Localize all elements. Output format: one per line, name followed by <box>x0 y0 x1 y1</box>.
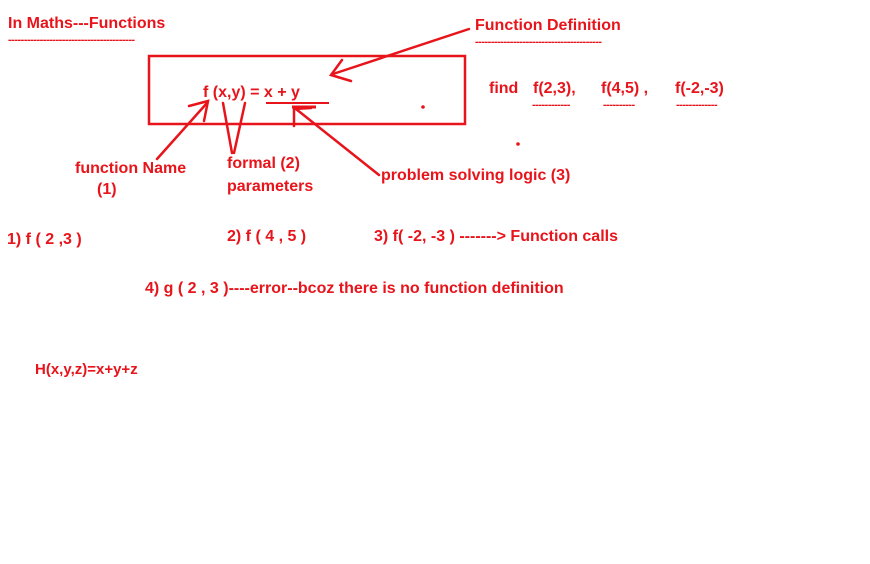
find-call-1-underline: ------------ <box>532 100 570 111</box>
error-line: 4) g ( 2 , 3 )----error--bcoz there is n… <box>145 280 564 297</box>
whiteboard-canvas: In Maths---Functions -------------------… <box>0 0 870 564</box>
function-name-number: (1) <box>97 181 117 198</box>
title-underline: ---------------------------------------- <box>8 35 135 46</box>
call-2: 2) f ( 4 , 5 ) <box>227 228 307 245</box>
extra-formula: H(x,y,z)=x+y+z <box>35 361 138 378</box>
function-name-label: function Name <box>75 160 187 177</box>
find-call-2-underline: ---------- <box>603 100 635 111</box>
logic-arrow <box>292 106 381 177</box>
definition-underline: ---------------------------------------- <box>475 37 602 48</box>
logic-label: problem solving logic (3) <box>381 167 571 184</box>
formal-label: formal (2) <box>227 155 300 172</box>
stray-dot <box>516 142 520 146</box>
find-call-3-underline: ------------- <box>676 100 718 111</box>
find-call-2: f(4,5) , <box>601 80 649 97</box>
definition-label: Function Definition <box>475 17 621 34</box>
page-title: In Maths---Functions <box>8 15 166 32</box>
formal-parameters-lines <box>221 101 247 155</box>
find-label: find <box>489 80 519 97</box>
function-name-arrow <box>155 99 210 161</box>
stray-dot <box>421 105 425 109</box>
parameters-label: parameters <box>227 178 314 195</box>
call-3: 3) f( -2, -3 ) -------> Function calls <box>374 228 618 245</box>
find-call-1: f(2,3), <box>533 80 576 97</box>
call-1: 1) f ( 2 ,3 ) <box>7 231 82 248</box>
formula: f (x,y) = x + y <box>203 84 300 101</box>
find-call-3: f(-2,-3) <box>675 80 724 97</box>
